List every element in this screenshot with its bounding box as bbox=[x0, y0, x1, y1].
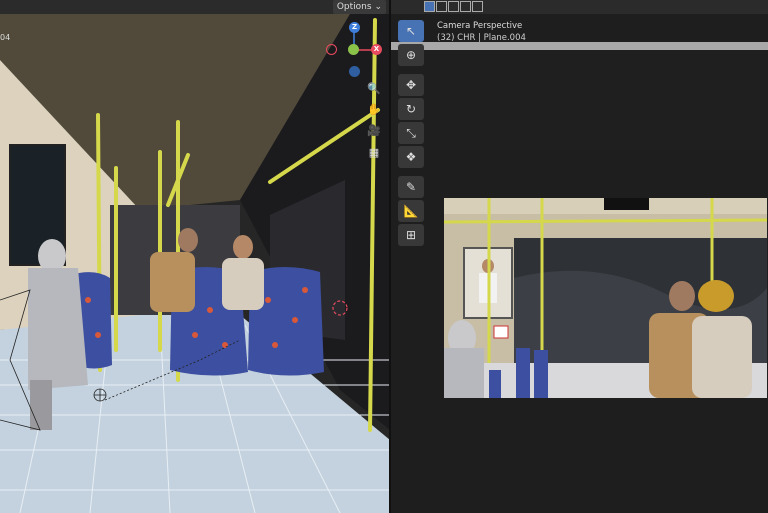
viewport-left[interactable]: Options ⌄ 04 Z X 🔍 ✋ 🎥 ▦ bbox=[0, 0, 390, 513]
rotate-icon: ↻ bbox=[405, 102, 417, 116]
measure-icon: 📐 bbox=[403, 204, 419, 218]
object-info: (32) CHR | Plane.004 bbox=[437, 33, 526, 43]
options-button[interactable]: Options ⌄ bbox=[332, 0, 386, 14]
cursor-tool-button[interactable]: ⊕ bbox=[398, 44, 424, 66]
annotate-tool-button[interactable]: ✎ bbox=[398, 176, 424, 198]
viewport-right[interactable] bbox=[391, 0, 768, 513]
gizmo-neg-x-axis[interactable] bbox=[326, 44, 337, 55]
passepartout-area bbox=[391, 50, 768, 150]
select-extend-icon[interactable] bbox=[436, 1, 447, 12]
bus-seat bbox=[70, 267, 324, 376]
options-label: Options bbox=[336, 2, 372, 12]
add-cube-icon: ⊞ bbox=[405, 228, 417, 242]
pan-hand-icon[interactable]: ✋ bbox=[367, 103, 381, 117]
select-invert-icon[interactable] bbox=[460, 1, 471, 12]
zoom-icon[interactable]: 🔍 bbox=[367, 82, 381, 96]
gizmo-z-axis[interactable]: Z bbox=[349, 22, 360, 33]
annotate-icon: ✎ bbox=[405, 180, 417, 194]
measure-tool-button[interactable]: 📐 bbox=[398, 200, 424, 222]
object-label-fragment: 04 bbox=[0, 33, 11, 42]
toolbar: ↖ ⊕ ✥ ↻ ⤡ ❖ ✎ 📐 ⊞ bbox=[396, 20, 426, 248]
transform-tool-button[interactable]: ❖ bbox=[398, 146, 424, 168]
select-box-tool-button[interactable]: ↖ bbox=[398, 20, 424, 42]
select-box-icon: ↖ bbox=[405, 24, 417, 38]
chevron-down-icon: ⌄ bbox=[374, 2, 382, 12]
view-name: Camera Perspective bbox=[437, 21, 523, 31]
grid-icon[interactable]: ▦ bbox=[367, 146, 381, 160]
gizmo-y-axis[interactable] bbox=[348, 44, 359, 55]
select-subtract-icon[interactable] bbox=[448, 1, 459, 12]
camera-render-preview bbox=[444, 198, 767, 398]
select-intersect-icon[interactable] bbox=[472, 1, 483, 12]
scale-icon: ⤡ bbox=[406, 125, 416, 140]
transform-icon: ❖ bbox=[405, 150, 417, 164]
move-icon: ✥ bbox=[405, 78, 417, 92]
viewport-header bbox=[0, 0, 390, 14]
gizmo-neg-z-axis[interactable] bbox=[349, 66, 360, 77]
cursor-icon: ⊕ bbox=[405, 48, 417, 62]
rotate-tool-button[interactable]: ↻ bbox=[398, 98, 424, 120]
navigation-gizmo[interactable]: Z X bbox=[325, 20, 385, 80]
gizmo-x-axis[interactable]: X bbox=[371, 44, 382, 55]
move-tool-button[interactable]: ✥ bbox=[398, 74, 424, 96]
camera-icon[interactable]: 🎥 bbox=[367, 124, 381, 138]
camera-frame-top bbox=[391, 42, 768, 50]
scale-tool-button[interactable]: ⤡ bbox=[398, 122, 424, 144]
select-box-icon[interactable] bbox=[424, 1, 435, 12]
add-cube-tool-button[interactable]: ⊞ bbox=[398, 224, 424, 246]
